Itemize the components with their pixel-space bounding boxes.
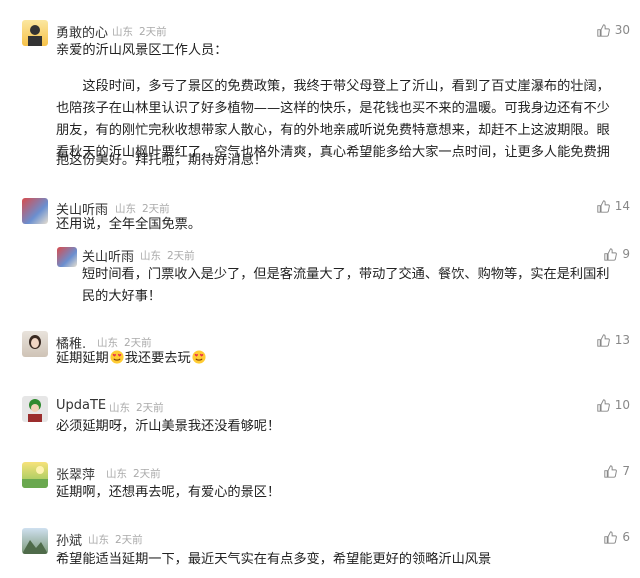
username[interactable]: 勇敢的心 (56, 22, 108, 41)
location: 山东 (106, 468, 127, 480)
location: 山东 (112, 26, 133, 38)
avatar[interactable] (22, 331, 48, 357)
comment-text-line: 也陪孩子在山林里认识了好多植物——这样的快乐，是花钱也买不来的温暖。可我身边还有… (56, 101, 610, 116)
thumbs-up-icon (604, 530, 618, 544)
comment-text-line: 抱这份美好。拜托啦，期待好消息！ (56, 153, 267, 168)
username[interactable]: UpdaTE (56, 398, 106, 413)
avatar[interactable] (22, 528, 48, 554)
comment-text: 必须延期呀，沂山美景我还没看够呢！ (56, 419, 281, 434)
heart-eyes-emoji-icon (110, 350, 124, 364)
avatar[interactable] (22, 396, 48, 422)
like-button[interactable]: 10 (597, 398, 630, 412)
avatar[interactable] (22, 20, 48, 46)
timestamp: 2天前 (115, 534, 143, 546)
timestamp: 2天前 (139, 26, 167, 38)
comment-text: 延期延期 我还要去玩 (56, 348, 207, 370)
thumbs-up-icon (597, 199, 610, 213)
timestamp: 2天前 (167, 250, 195, 262)
reply-like-button[interactable]: 9 (604, 247, 630, 261)
like-count: 30 (614, 23, 630, 37)
like-button[interactable]: 7 (604, 464, 630, 478)
username[interactable]: 张翠萍 (56, 464, 95, 483)
like-count: 7 (622, 464, 630, 478)
location: 山东 (140, 250, 161, 262)
heart-eyes-emoji-icon (192, 350, 206, 364)
thumbs-up-icon (597, 23, 610, 37)
like-count: 14 (614, 199, 630, 213)
thumbs-up-icon (597, 398, 610, 412)
comment-text-part: 延期延期 (56, 351, 109, 366)
reply-text-line: 民的大好事！ (82, 289, 162, 304)
timestamp: 2天前 (133, 468, 161, 480)
reply-username[interactable]: 关山听雨 (82, 246, 134, 265)
comment-meta: 山东 2天前 (106, 466, 167, 481)
like-count: 10 (614, 398, 630, 412)
comment-text: 希望能适当延期一下，最近天气实在有点多变，希望能更好的领略沂山风景 (56, 552, 492, 567)
location: 山东 (88, 534, 109, 546)
location: 山东 (109, 402, 130, 414)
comment-text-line: 朋友，有的刚忙完秋收想带家人散心，有的外地亲戚听说免费特意想来，却赶不上这波期限… (56, 123, 610, 138)
comment-text: 还用说，全年全国免票。 (56, 217, 202, 232)
timestamp: 2天前 (136, 402, 164, 414)
comment-meta: 山东 2天前 (88, 532, 149, 547)
comment-meta: 山东 2天前 (109, 400, 170, 415)
like-count: 9 (622, 247, 630, 261)
comment-text-part: 我还要去玩 (124, 351, 191, 366)
avatar[interactable] (22, 462, 48, 488)
thumbs-up-icon (597, 333, 610, 347)
comment-meta: 山东 2天前 (112, 24, 173, 39)
thumbs-up-icon (604, 464, 618, 478)
avatar[interactable] (22, 198, 48, 224)
comment-greeting: 亲爱的沂山风景区工作人员： (56, 43, 228, 58)
reply-meta: 山东 2天前 (140, 248, 201, 263)
like-count: 6 (622, 530, 630, 544)
like-button[interactable]: 13 (597, 333, 630, 347)
comment-text-line: 这段时间，多亏了景区的免费政策，我终于带父母登上了沂山，看到了百丈崖瀑布的壮阔， (56, 79, 610, 94)
like-button[interactable]: 6 (604, 530, 630, 544)
comment-text: 延期啊，还想再去呢，有爱心的景区！ (56, 485, 281, 500)
like-button[interactable]: 30 (597, 23, 630, 37)
like-count: 13 (614, 333, 630, 347)
like-button[interactable]: 14 (597, 199, 630, 213)
thumbs-up-icon (604, 247, 618, 261)
username[interactable]: 孙斌 (56, 530, 82, 549)
reply-text-line: 短时间看，门票收入是少了，但是客流量大了，带动了交通、餐饮、购物等，实在是利国利 (82, 267, 610, 282)
reply-avatar[interactable] (57, 247, 77, 267)
